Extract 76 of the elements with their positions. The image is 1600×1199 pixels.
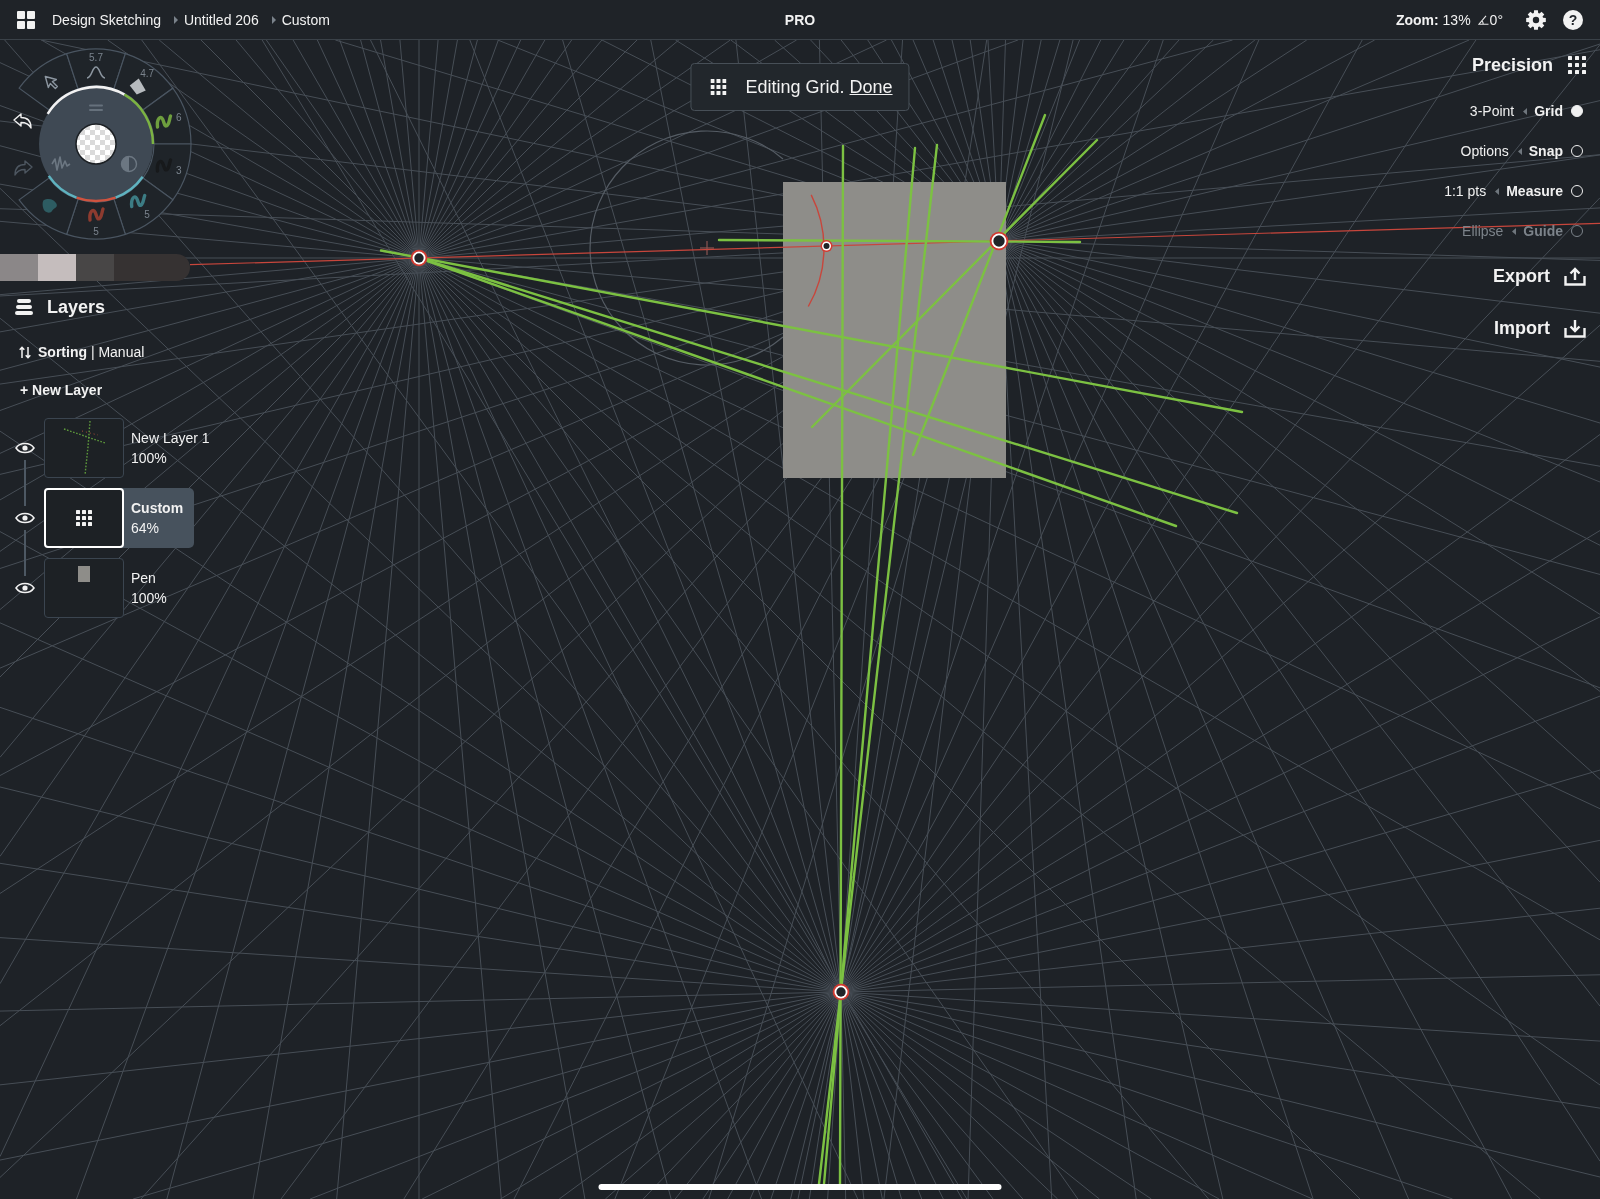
perspective-line[interactable] bbox=[717, 238, 1082, 244]
sorting-button[interactable]: Sorting | Manual bbox=[19, 342, 145, 362]
layers-icon[interactable] bbox=[15, 299, 33, 315]
vanishing-point-handle[interactable] bbox=[410, 249, 428, 267]
connector-line bbox=[24, 530, 26, 576]
breadcrumb-link[interactable]: Design Sketching bbox=[52, 11, 161, 28]
color-swatch-icon[interactable] bbox=[0, 254, 38, 281]
handle-icon[interactable] bbox=[89, 104, 103, 111]
option-button[interactable]: Options bbox=[1460, 143, 1509, 159]
cursor-icon bbox=[44, 75, 59, 90]
crosshair-icon bbox=[699, 240, 715, 256]
horizon-line[interactable] bbox=[189, 222, 1600, 266]
export-button[interactable]: Export bbox=[1493, 262, 1586, 290]
apps-icon[interactable] bbox=[17, 10, 35, 29]
perspective-line[interactable] bbox=[911, 113, 1047, 457]
tool-segment[interactable]: 5.7 bbox=[66, 48, 126, 90]
layer-item[interactable]: Custom 64% bbox=[44, 488, 194, 548]
curve-icon bbox=[86, 66, 106, 79]
perspective-line[interactable] bbox=[822, 146, 917, 1186]
vanishing-point-handle[interactable] bbox=[832, 983, 850, 1001]
undo-icon[interactable] bbox=[13, 113, 32, 129]
import-button[interactable]: Import bbox=[1494, 314, 1586, 342]
option-button[interactable]: 3-Point bbox=[1469, 103, 1515, 119]
color-swatch-icon[interactable] bbox=[114, 254, 190, 281]
panel-title: Layers bbox=[47, 296, 106, 318]
caret-icon bbox=[271, 15, 276, 24]
rotation-readout: 0° bbox=[1489, 11, 1503, 28]
grid-icon bbox=[710, 79, 727, 95]
shape-icon bbox=[129, 78, 146, 95]
new-layer-button[interactable]: + New Layer bbox=[20, 380, 103, 400]
sort-icon bbox=[19, 345, 31, 359]
angle-icon bbox=[1477, 14, 1489, 25]
vanishing-point-handle[interactable] bbox=[989, 231, 1009, 251]
eye-icon[interactable] bbox=[15, 582, 35, 594]
grid-icon[interactable] bbox=[1568, 56, 1586, 74]
caret-icon bbox=[1495, 187, 1500, 195]
toggle-button[interactable]: Grid bbox=[1534, 103, 1583, 119]
connector-line bbox=[24, 460, 26, 506]
caret-icon bbox=[1517, 147, 1522, 155]
caret-icon bbox=[1523, 107, 1528, 115]
help-button[interactable]: ? bbox=[1563, 9, 1583, 30]
perspective-line[interactable] bbox=[379, 249, 1244, 414]
perspective-line[interactable] bbox=[838, 144, 845, 1186]
zoom-readout: Zoom: 13% bbox=[1395, 11, 1471, 28]
eye-icon[interactable] bbox=[15, 442, 35, 454]
photo-thumbnail bbox=[78, 566, 90, 582]
plan-label: PRO bbox=[784, 11, 816, 28]
caret-icon bbox=[1512, 227, 1517, 235]
caret-icon bbox=[173, 15, 178, 24]
perspective-line[interactable] bbox=[817, 143, 939, 1186]
banner-message: Editing Grid. bbox=[745, 76, 845, 98]
eye-icon[interactable] bbox=[15, 512, 35, 524]
ellipse-guide[interactable] bbox=[589, 130, 784, 366]
upload-icon bbox=[1564, 266, 1586, 286]
grid-icon bbox=[76, 510, 92, 526]
layer-item[interactable]: New Layer 1 100% bbox=[44, 418, 220, 478]
done-link[interactable]: Done bbox=[849, 76, 893, 98]
toggle-button[interactable]: Snap bbox=[1528, 143, 1583, 159]
panel-title: Precision bbox=[1471, 54, 1553, 76]
color-swatch-icon[interactable] bbox=[76, 254, 114, 281]
drawing-canvas[interactable] bbox=[0, 40, 1600, 1199]
layer-item[interactable]: Pen 100% bbox=[44, 558, 194, 618]
toggle-button[interactable]: Measure bbox=[1506, 183, 1583, 199]
settings-icon[interactable] bbox=[1526, 9, 1546, 30]
guide-handle[interactable] bbox=[820, 240, 833, 252]
sketch-drawing bbox=[62, 421, 106, 475]
tool-segment[interactable] bbox=[18, 53, 79, 111]
tool-segment[interactable] bbox=[18, 177, 79, 235]
breadcrumb-link[interactable]: Untitled 206 bbox=[183, 11, 259, 28]
checkerboard-icon[interactable] bbox=[75, 123, 117, 165]
color-swatch-icon[interactable] bbox=[38, 254, 76, 281]
option-button[interactable]: 1:1 pts bbox=[1444, 183, 1487, 199]
perspective-line[interactable] bbox=[810, 138, 1099, 429]
breadcrumb-link[interactable]: Custom bbox=[281, 11, 330, 28]
tool-segment[interactable]: 3 bbox=[142, 143, 192, 201]
download-icon bbox=[1564, 318, 1586, 338]
